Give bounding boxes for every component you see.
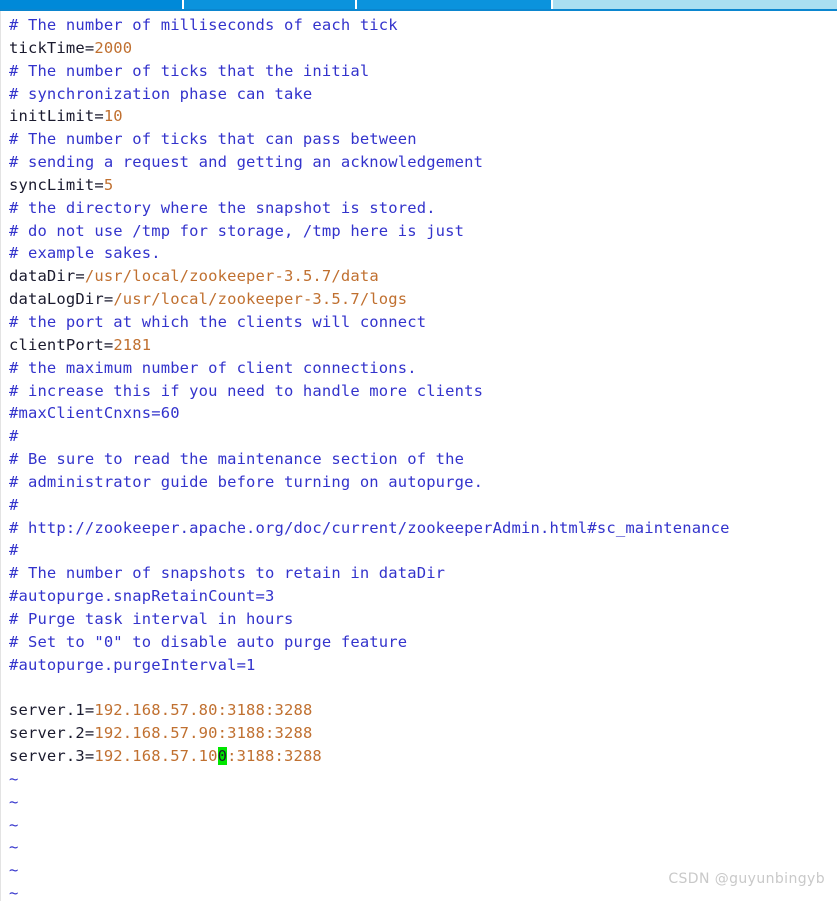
comment-text: # Be sure to read the maintenance sectio…	[9, 450, 465, 469]
toolbar-segment-active[interactable]	[0, 0, 182, 9]
setting-value: 2000	[94, 38, 133, 57]
setting-value: /usr/local/zookeeper-3.5.7/data	[84, 267, 379, 286]
tilde-marker: ~	[9, 861, 19, 880]
empty-line-tilde[interactable]: ~	[9, 791, 730, 814]
code-line-comment[interactable]: # the maximum number of client connectio…	[9, 357, 730, 380]
setting-value: 192.168.57.80:3188:3288	[94, 701, 313, 720]
code-line-setting[interactable]: dataLogDir=/usr/local/zookeeper-3.5.7/lo…	[9, 288, 730, 311]
comment-text: #	[9, 495, 19, 514]
empty-line-tilde[interactable]: ~	[9, 768, 730, 791]
comment-text: # Set to "0" to disable auto purge featu…	[9, 632, 408, 651]
code-line-setting[interactable]: initLimit=10	[9, 105, 730, 128]
comment-text: # do not use /tmp for storage, /tmp here…	[9, 221, 465, 240]
code-line-comment[interactable]: # The number of ticks that can pass betw…	[9, 128, 730, 151]
setting-key: tickTime=	[9, 38, 95, 57]
code-line-comment[interactable]: # The number of ticks that the initial	[9, 60, 730, 83]
code-line-comment[interactable]: #	[9, 494, 730, 517]
code-line-setting[interactable]: server.1=192.168.57.80:3188:3288	[9, 699, 730, 722]
tilde-marker: ~	[9, 838, 19, 857]
code-line-setting[interactable]: server.2=192.168.57.90:3188:3288	[9, 722, 730, 745]
code-line-comment[interactable]: # Be sure to read the maintenance sectio…	[9, 448, 730, 471]
code-line-comment[interactable]: # sending a request and getting an ackno…	[9, 151, 730, 174]
code-line-comment[interactable]: # do not use /tmp for storage, /tmp here…	[9, 220, 730, 243]
empty-line-tilde[interactable]: ~	[9, 814, 730, 837]
code-line-comment[interactable]: # The number of snapshots to retain in d…	[9, 562, 730, 585]
comment-text: # synchronization phase can take	[9, 84, 313, 103]
empty-line-tilde[interactable]: ~	[9, 859, 730, 882]
tilde-marker: ~	[9, 815, 19, 834]
code-line-comment[interactable]: # example sakes.	[9, 242, 730, 265]
setting-key: syncLimit=	[9, 175, 104, 194]
comment-text: # administrator guide before turning on …	[9, 472, 484, 491]
code-line-comment[interactable]: # Set to "0" to disable auto purge featu…	[9, 631, 730, 654]
code-line-blank[interactable]	[9, 676, 730, 699]
code-line-setting[interactable]: clientPort=2181	[9, 334, 730, 357]
setting-key: initLimit=	[9, 107, 104, 126]
comment-text: # The number of milliseconds of each tic…	[9, 16, 398, 34]
setting-key: server.3=	[9, 747, 95, 765]
toolbar-segment-inactive[interactable]	[553, 0, 837, 9]
code-line-comment[interactable]: #	[9, 425, 730, 448]
code-line-comment[interactable]: # Purge task interval in hours	[9, 608, 730, 631]
comment-text: #	[9, 541, 19, 560]
comment-text: #autopurge.purgeInterval=1	[9, 655, 256, 674]
comment-text: # The number of ticks that can pass betw…	[9, 130, 417, 149]
code-line-comment[interactable]: #maxClientCnxns=60	[9, 402, 730, 425]
comment-text: # the maximum number of client connectio…	[9, 358, 417, 377]
setting-key: clientPort=	[9, 335, 114, 354]
comment-text: # The number of snapshots to retain in d…	[9, 564, 446, 583]
code-line-setting[interactable]: dataDir=/usr/local/zookeeper-3.5.7/data	[9, 265, 730, 288]
tilde-marker: ~	[9, 769, 19, 788]
code-line-comment[interactable]: #autopurge.snapRetainCount=3	[9, 585, 730, 608]
setting-value-after-cursor: :3188:3288	[227, 747, 322, 765]
code-line-setting-with-cursor[interactable]: server.3=192.168.57.100:3188:3288	[9, 745, 730, 768]
comment-text: #	[9, 427, 19, 446]
toolbar-segment-second[interactable]	[184, 0, 355, 9]
window-toolbar-strip	[0, 0, 837, 9]
setting-key: server.1=	[9, 701, 95, 720]
setting-value: 2181	[113, 335, 152, 354]
comment-text: #maxClientCnxns=60	[9, 404, 180, 423]
comment-text: # The number of ticks that the initial	[9, 61, 370, 80]
comment-text: # the port at which the clients will con…	[9, 312, 427, 331]
setting-value-before-cursor: 192.168.57.10	[94, 747, 218, 765]
code-line-setting[interactable]: tickTime=2000	[9, 37, 730, 60]
code-line-comment[interactable]: # administrator guide before turning on …	[9, 471, 730, 494]
comment-text: # increase this if you need to handle mo…	[9, 381, 484, 400]
empty-line-tilde[interactable]: ~	[9, 836, 730, 859]
setting-value: 10	[103, 107, 123, 126]
code-line-comment[interactable]: # the directory where the snapshot is st…	[9, 197, 730, 220]
tilde-marker: ~	[9, 792, 19, 811]
code-line-comment[interactable]: # the port at which the clients will con…	[9, 311, 730, 334]
comment-text: # sending a request and getting an ackno…	[9, 153, 484, 172]
text-editor-pane[interactable]: # The number of milliseconds of each tic…	[0, 11, 837, 901]
setting-key: server.2=	[9, 724, 95, 743]
setting-value: 5	[103, 175, 114, 194]
comment-text: # Purge task interval in hours	[9, 609, 294, 628]
config-file-content[interactable]: # The number of milliseconds of each tic…	[1, 11, 730, 901]
comment-text: #autopurge.snapRetainCount=3	[9, 587, 275, 606]
toolbar-segment-third[interactable]	[357, 0, 551, 9]
comment-text: # http://zookeeper.apache.org/doc/curren…	[9, 518, 730, 537]
code-line-comment[interactable]: # synchronization phase can take	[9, 83, 730, 106]
setting-key: dataLogDir=	[9, 290, 114, 309]
comment-text: # example sakes.	[9, 244, 161, 263]
comment-text: # the directory where the snapshot is st…	[9, 198, 436, 217]
code-line-setting[interactable]: syncLimit=5	[9, 174, 730, 197]
empty-line-tilde[interactable]: ~	[9, 882, 730, 901]
setting-value: 192.168.57.90:3188:3288	[94, 724, 313, 743]
tilde-marker: ~	[9, 884, 19, 901]
setting-key: dataDir=	[9, 267, 85, 286]
code-line-comment[interactable]: #autopurge.purgeInterval=1	[9, 654, 730, 677]
code-line-comment[interactable]: #	[9, 539, 730, 562]
code-line-comment[interactable]: # increase this if you need to handle mo…	[9, 380, 730, 403]
setting-value: /usr/local/zookeeper-3.5.7/logs	[113, 290, 408, 309]
text-cursor[interactable]: 0	[217, 747, 228, 765]
code-line-comment[interactable]: # http://zookeeper.apache.org/doc/curren…	[9, 517, 730, 540]
code-line-comment[interactable]: # The number of milliseconds of each tic…	[9, 14, 730, 37]
